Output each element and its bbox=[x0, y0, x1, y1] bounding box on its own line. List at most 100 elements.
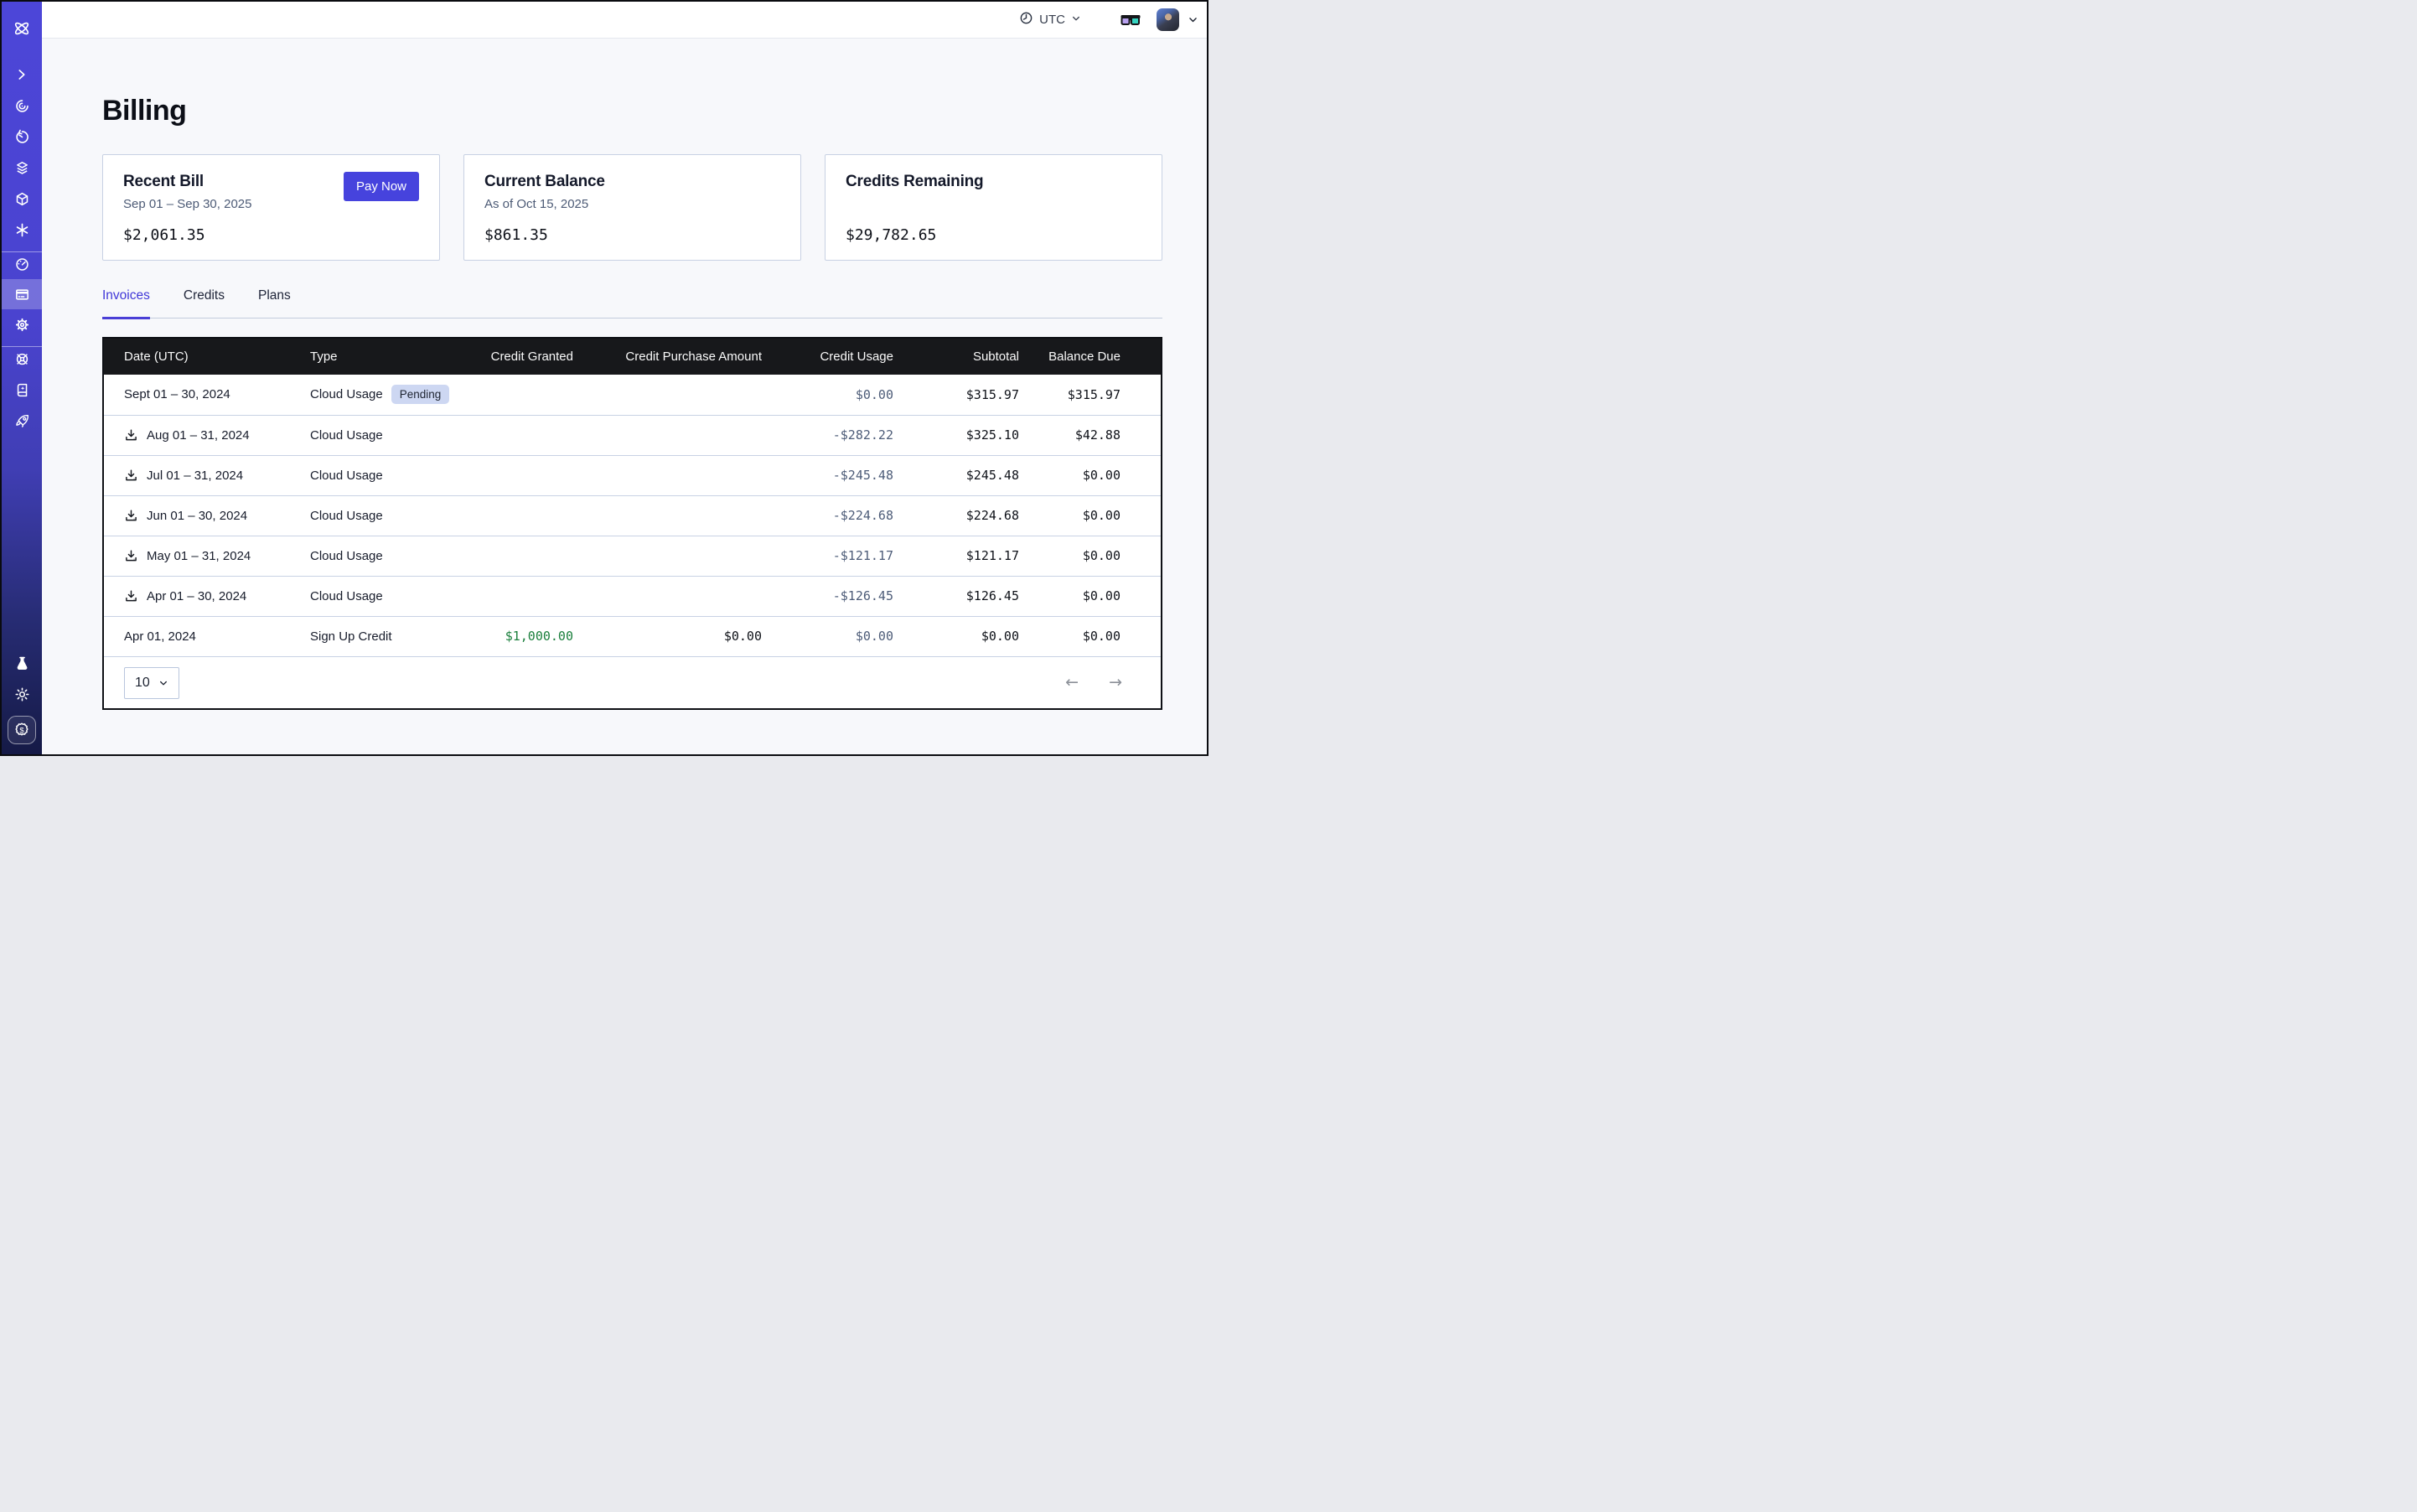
table-row: Apr 01 – 30, 2024Cloud Usage-$126.45$126… bbox=[104, 576, 1161, 616]
credits-remaining-amount: $29,782.65 bbox=[846, 226, 1141, 244]
invoice-type: Cloud Usage bbox=[310, 549, 383, 563]
page-size-select[interactable]: 10 bbox=[124, 667, 179, 699]
tab-invoices[interactable]: Invoices bbox=[102, 288, 150, 319]
balance-as-of: As of Oct 15, 2025 bbox=[484, 197, 780, 214]
balance-due-cell: $315.97 bbox=[1026, 375, 1161, 415]
page-title: Billing bbox=[102, 94, 1162, 127]
table-row: Aug 01 – 31, 2024Cloud Usage-$282.22$325… bbox=[104, 415, 1161, 455]
balance-due-cell: $0.00 bbox=[1026, 455, 1161, 495]
invoice-date: Apr 01 – 30, 2024 bbox=[147, 589, 246, 603]
invoice-date: Aug 01 – 31, 2024 bbox=[147, 428, 250, 443]
layers-icon[interactable] bbox=[2, 158, 42, 178]
account-menu-chevron-down-icon[interactable] bbox=[1188, 14, 1198, 25]
modal-logo-icon[interactable] bbox=[2, 18, 42, 39]
clock-icon bbox=[1019, 11, 1033, 28]
sidebar-item-billing[interactable] bbox=[2, 279, 42, 309]
download-invoice-icon[interactable] bbox=[124, 589, 138, 603]
invoices-table: Date (UTC)TypeCredit GrantedCredit Purch… bbox=[102, 337, 1162, 710]
subtotal-cell: $121.17 bbox=[900, 536, 1026, 576]
invoice-date: Jul 01 – 31, 2024 bbox=[147, 469, 243, 483]
usage-gauge-icon[interactable] bbox=[2, 254, 42, 274]
balance-due-cell: $0.00 bbox=[1026, 495, 1161, 536]
cube-icon[interactable] bbox=[2, 189, 42, 209]
support-helm-icon[interactable] bbox=[2, 349, 42, 369]
table-row: Sept 01 – 30, 2024Cloud UsagePending$0.0… bbox=[104, 375, 1161, 415]
collapse-sidebar-icon[interactable] bbox=[2, 65, 42, 85]
asterisk-icon[interactable] bbox=[2, 220, 42, 240]
billing-tabs: Invoices Credits Plans bbox=[102, 288, 1162, 318]
invoice-date: Apr 01, 2024 bbox=[124, 629, 196, 644]
summary-cards: Recent Bill Pay Now Sep 01 – Sep 30, 202… bbox=[102, 154, 1162, 261]
column-header: Credit Usage bbox=[769, 339, 900, 375]
table-row: Apr 01, 2024Sign Up Credit$1,000.00$0.00… bbox=[104, 616, 1161, 656]
invoice-date: May 01 – 31, 2024 bbox=[147, 549, 251, 563]
next-page-button[interactable]: → bbox=[1105, 671, 1126, 694]
labs-flask-icon[interactable] bbox=[2, 653, 42, 673]
credits-dollar-badge-icon[interactable]: $ bbox=[8, 716, 36, 744]
column-header: Credit Granted bbox=[471, 339, 580, 375]
billing-page: Billing Recent Bill Pay Now Sep 01 – Sep… bbox=[42, 39, 1208, 754]
history-icon[interactable] bbox=[2, 127, 42, 147]
credit-purchase-cell bbox=[580, 415, 769, 455]
balance-due-cell: $42.88 bbox=[1026, 415, 1161, 455]
credit-purchase-cell: $0.00 bbox=[580, 616, 769, 656]
column-header: Date (UTC) bbox=[104, 339, 303, 375]
settings-gear-icon[interactable] bbox=[2, 314, 42, 334]
chevron-down-icon bbox=[1071, 13, 1081, 27]
column-header: Balance Due bbox=[1026, 339, 1161, 375]
subtotal-cell: $224.68 bbox=[900, 495, 1026, 536]
sidebar-divider bbox=[2, 251, 42, 252]
download-invoice-icon[interactable] bbox=[124, 549, 138, 563]
column-header: Type bbox=[303, 339, 471, 375]
invoice-date: Sept 01 – 30, 2024 bbox=[124, 387, 230, 401]
subtotal-cell: $126.45 bbox=[900, 576, 1026, 616]
invoice-type: Cloud Usage bbox=[310, 469, 383, 483]
credit-purchase-cell bbox=[580, 455, 769, 495]
user-avatar[interactable] bbox=[1157, 8, 1179, 31]
invoice-date: Jun 01 – 30, 2024 bbox=[147, 509, 247, 523]
main-area: UTC Billing Re bbox=[42, 2, 1208, 754]
card-sub-empty bbox=[846, 197, 1141, 214]
page-size-value: 10 bbox=[135, 676, 150, 691]
sidebar: $ bbox=[2, 2, 42, 754]
invoice-type: Cloud Usage bbox=[310, 509, 383, 523]
table-row: May 01 – 31, 2024Cloud Usage-$121.17$121… bbox=[104, 536, 1161, 576]
credit-usage-cell: -$245.48 bbox=[769, 455, 900, 495]
recent-bill-card: Recent Bill Pay Now Sep 01 – Sep 30, 202… bbox=[102, 154, 440, 261]
table-header-row: Date (UTC)TypeCredit GrantedCredit Purch… bbox=[104, 339, 1161, 375]
timezone-select[interactable]: UTC bbox=[1019, 11, 1081, 28]
table-row: Jul 01 – 31, 2024 Cloud Usage -$245.48$245… bbox=[104, 455, 1161, 495]
download-invoice-icon[interactable] bbox=[124, 428, 138, 443]
card-title: Credits Remaining bbox=[846, 173, 1141, 191]
prev-page-button[interactable]: ← bbox=[1062, 671, 1082, 694]
subtotal-cell: $315.97 bbox=[900, 375, 1026, 415]
subtotal-cell: $245.48 bbox=[900, 455, 1026, 495]
status-badge: Pending bbox=[391, 385, 450, 404]
recent-bill-amount: $2,061.35 bbox=[123, 226, 419, 244]
current-balance-card: Current Balance As of Oct 15, 2025 $861.… bbox=[463, 154, 801, 261]
theme-sun-icon[interactable] bbox=[2, 684, 42, 704]
current-balance-amount: $861.35 bbox=[484, 226, 780, 244]
live-spiral-icon[interactable] bbox=[2, 96, 42, 116]
pay-now-button[interactable]: Pay Now bbox=[344, 172, 419, 201]
docs-book-icon[interactable] bbox=[2, 380, 42, 400]
invoice-type: Sign Up Credit bbox=[310, 629, 392, 644]
viewer-glasses-icon[interactable] bbox=[1120, 13, 1141, 28]
credit-usage-cell: -$224.68 bbox=[769, 495, 900, 536]
pagination-arrows: ← → bbox=[1062, 671, 1126, 694]
credit-granted-cell bbox=[471, 375, 580, 415]
balance-due-cell: $0.00 bbox=[1026, 536, 1161, 576]
download-invoice-icon[interactable] bbox=[124, 469, 138, 483]
tab-plans[interactable]: Plans bbox=[258, 288, 291, 319]
table-footer: 10 ← → bbox=[104, 656, 1161, 708]
topbar: UTC bbox=[42, 2, 1208, 39]
tab-credits[interactable]: Credits bbox=[184, 288, 225, 319]
credit-granted-cell bbox=[471, 576, 580, 616]
column-header: Credit Purchase Amount bbox=[580, 339, 769, 375]
table-body: Sept 01 – 30, 2024 Cloud Usage Pending $0.0… bbox=[104, 375, 1161, 656]
download-invoice-icon[interactable] bbox=[124, 509, 138, 523]
svg-text:$: $ bbox=[19, 727, 24, 736]
launch-rocket-icon[interactable] bbox=[2, 411, 42, 431]
credit-granted-cell bbox=[471, 495, 580, 536]
credit-purchase-cell bbox=[580, 576, 769, 616]
